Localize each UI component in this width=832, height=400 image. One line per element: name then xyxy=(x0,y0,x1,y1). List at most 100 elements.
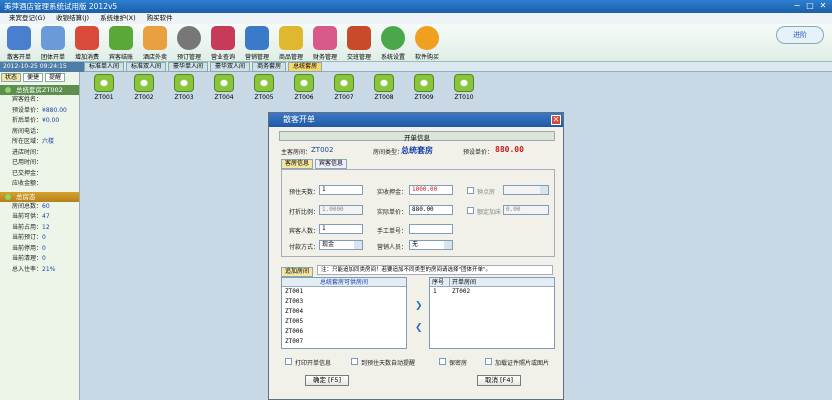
room-tile[interactable]: ZT003 xyxy=(164,74,204,106)
minimize-icon[interactable]: − xyxy=(792,1,802,11)
days-input[interactable]: 1 xyxy=(319,185,363,195)
guests-input[interactable]: 1 xyxy=(319,224,363,234)
toolbar-button-buy[interactable]: 软件购买 xyxy=(410,24,444,62)
clock-icon xyxy=(177,26,201,50)
confirm-button[interactable]: 确定 [F5] xyxy=(305,375,349,386)
room-tile[interactable]: ZT007 xyxy=(324,74,364,106)
status-line: 当前可供：47 xyxy=(12,213,50,220)
list-item[interactable]: ZT003 xyxy=(282,297,406,307)
goods-icon xyxy=(279,26,303,50)
sidebar-tab-remind[interactable]: 提醒 xyxy=(45,73,66,82)
status-line: 当前占用：12 xyxy=(12,223,50,231)
tab-standard-single[interactable]: 标准单人间 xyxy=(84,62,125,72)
list-item[interactable]: ZT004 xyxy=(282,307,406,317)
payment-select[interactable]: 现金 xyxy=(319,240,363,250)
toolbar-button-settings[interactable]: 系统设置 xyxy=(376,24,410,62)
days-label: 预住天数： xyxy=(289,189,320,196)
toolbar-button-takeout[interactable]: 酒店外卖 xyxy=(138,24,172,62)
sidebar-tab-status[interactable]: 状态 xyxy=(1,73,22,82)
room-type-label: 房间类型： xyxy=(373,149,404,156)
list-item[interactable]: ZT006 xyxy=(282,327,406,337)
tab-presidential-suite[interactable]: 总统套房 xyxy=(288,62,323,72)
remind-checkbox[interactable] xyxy=(351,358,358,365)
room-tile[interactable]: ZT002 xyxy=(124,74,164,106)
dialog-title: 散客开单 xyxy=(269,113,563,127)
room-icon xyxy=(454,74,474,92)
maximize-icon[interactable]: □ xyxy=(805,1,815,11)
table-row[interactable]: 1 ZT002 xyxy=(430,287,554,296)
toolbar-button-reserve[interactable]: 预订管理 xyxy=(172,24,206,62)
sales-select[interactable]: 无 xyxy=(409,240,453,250)
toolbar-button-shift[interactable]: 交班管理 xyxy=(342,24,376,62)
close-icon[interactable]: ✕ xyxy=(551,115,561,125)
room-tile[interactable]: ZT006 xyxy=(284,74,324,106)
list-item[interactable]: ZT005 xyxy=(282,317,406,327)
actual-price-label: 实际单价： xyxy=(377,209,408,216)
room-info-line: 已用时间： xyxy=(12,159,43,166)
move-right-icon[interactable]: ❯ xyxy=(415,301,423,311)
cancel-button[interactable]: 取消 [F4] xyxy=(477,375,521,386)
status-line: 当前清理：0 xyxy=(12,255,46,262)
overall-status-heading: 总房态 xyxy=(0,191,79,202)
room-tile[interactable]: ZT004 xyxy=(204,74,244,106)
toolbar-button-goods[interactable]: 商品管理 xyxy=(274,24,308,62)
secret-room-checkbox[interactable] xyxy=(439,358,446,365)
discount-label: 打折比例： xyxy=(289,209,320,216)
list-item[interactable]: ZT001 xyxy=(282,287,406,297)
menu-system[interactable]: 系统维护(X) xyxy=(97,13,139,24)
room-tile[interactable]: ZT008 xyxy=(364,74,404,106)
toolbar-button-group[interactable]: 团体开单 xyxy=(36,24,70,62)
available-rooms-list[interactable]: 总统套房可供房间 ZT001 ZT003 ZT004 ZT005 ZT006 Z… xyxy=(281,277,407,349)
toolbar-button-walkin[interactable]: 散客开单 xyxy=(2,24,36,62)
tab-business-suite[interactable]: 商务套房 xyxy=(252,62,287,72)
secret-room-label: 保密房 xyxy=(449,360,468,367)
room-info-line: 进店时间： xyxy=(12,148,43,156)
tab-deluxe-single[interactable]: 豪华单人间 xyxy=(168,62,209,72)
menu-buy[interactable]: 购买软件 xyxy=(144,13,176,24)
food-icon xyxy=(143,26,167,50)
tab-deluxe-double[interactable]: 豪华双人间 xyxy=(210,62,251,72)
room-info-line: 已交押金： xyxy=(12,169,43,177)
tab-add-room[interactable]: 追加房间 xyxy=(281,267,314,277)
photo-checkbox[interactable] xyxy=(485,358,492,365)
tab-room-info[interactable]: 客房信息 xyxy=(281,159,314,169)
hourly-checkbox[interactable] xyxy=(467,187,474,194)
extra-bed-input[interactable]: 0.00 xyxy=(503,205,549,215)
selected-rooms-table[interactable]: 序号 开单房间 1 ZT002 xyxy=(429,277,555,349)
toolbar-button-finance[interactable]: 财务管理 xyxy=(308,24,342,62)
room-tile[interactable]: ZT001 xyxy=(84,74,124,106)
menu-checkin[interactable]: 来宾登记(G) xyxy=(6,13,48,24)
close-icon[interactable]: ✕ xyxy=(818,1,828,11)
actual-price-input[interactable]: 880.00 xyxy=(409,205,453,215)
sidebar-tab-quick[interactable]: 便捷 xyxy=(23,73,44,82)
gear-icon xyxy=(381,26,405,50)
room-tile[interactable]: ZT009 xyxy=(404,74,444,106)
manual-no-input[interactable] xyxy=(409,224,453,234)
deposit-input[interactable]: 1000.00 xyxy=(409,185,453,195)
room-tile[interactable]: ZT010 xyxy=(444,74,484,106)
room-tile[interactable]: ZT005 xyxy=(244,74,284,106)
guests-label: 宾客人数： xyxy=(289,228,320,235)
room-icon xyxy=(374,74,394,92)
status-line: 房间总数：60 xyxy=(12,202,50,210)
available-rooms-header: 总统套房可供房间 xyxy=(282,278,406,287)
hourly-select[interactable] xyxy=(503,185,549,195)
toolbar-button-checkout[interactable]: 宾客结账 xyxy=(104,24,138,62)
room-info-line: 房间电话： xyxy=(12,127,43,135)
discount-input[interactable]: 1.0000 xyxy=(319,205,363,215)
print-checkbox[interactable] xyxy=(285,358,292,365)
extra-bed-checkbox[interactable] xyxy=(467,207,474,214)
room-icon xyxy=(334,74,354,92)
toolbar-button-query[interactable]: 营业查询 xyxy=(206,24,240,62)
menu-checkout[interactable]: 收银结算(J) xyxy=(53,13,92,24)
deposit-label: 实收押金： xyxy=(377,189,408,196)
toolbar-button-consume[interactable]: 增加消费 xyxy=(70,24,104,62)
app-title: 美萍酒店管理系统试用版 2012v5 xyxy=(4,2,118,11)
toolbar-button-marketing[interactable]: 营销管理 xyxy=(240,24,274,62)
tab-standard-double[interactable]: 标准双人间 xyxy=(126,62,167,72)
datetime-display: 2012-10-25 09:24:15 xyxy=(0,62,84,72)
tab-guest-info[interactable]: 宾客信息 xyxy=(315,159,348,169)
move-left-icon[interactable]: ❮ xyxy=(415,323,423,333)
list-item[interactable]: ZT007 xyxy=(282,337,406,347)
room-icon xyxy=(94,74,114,92)
